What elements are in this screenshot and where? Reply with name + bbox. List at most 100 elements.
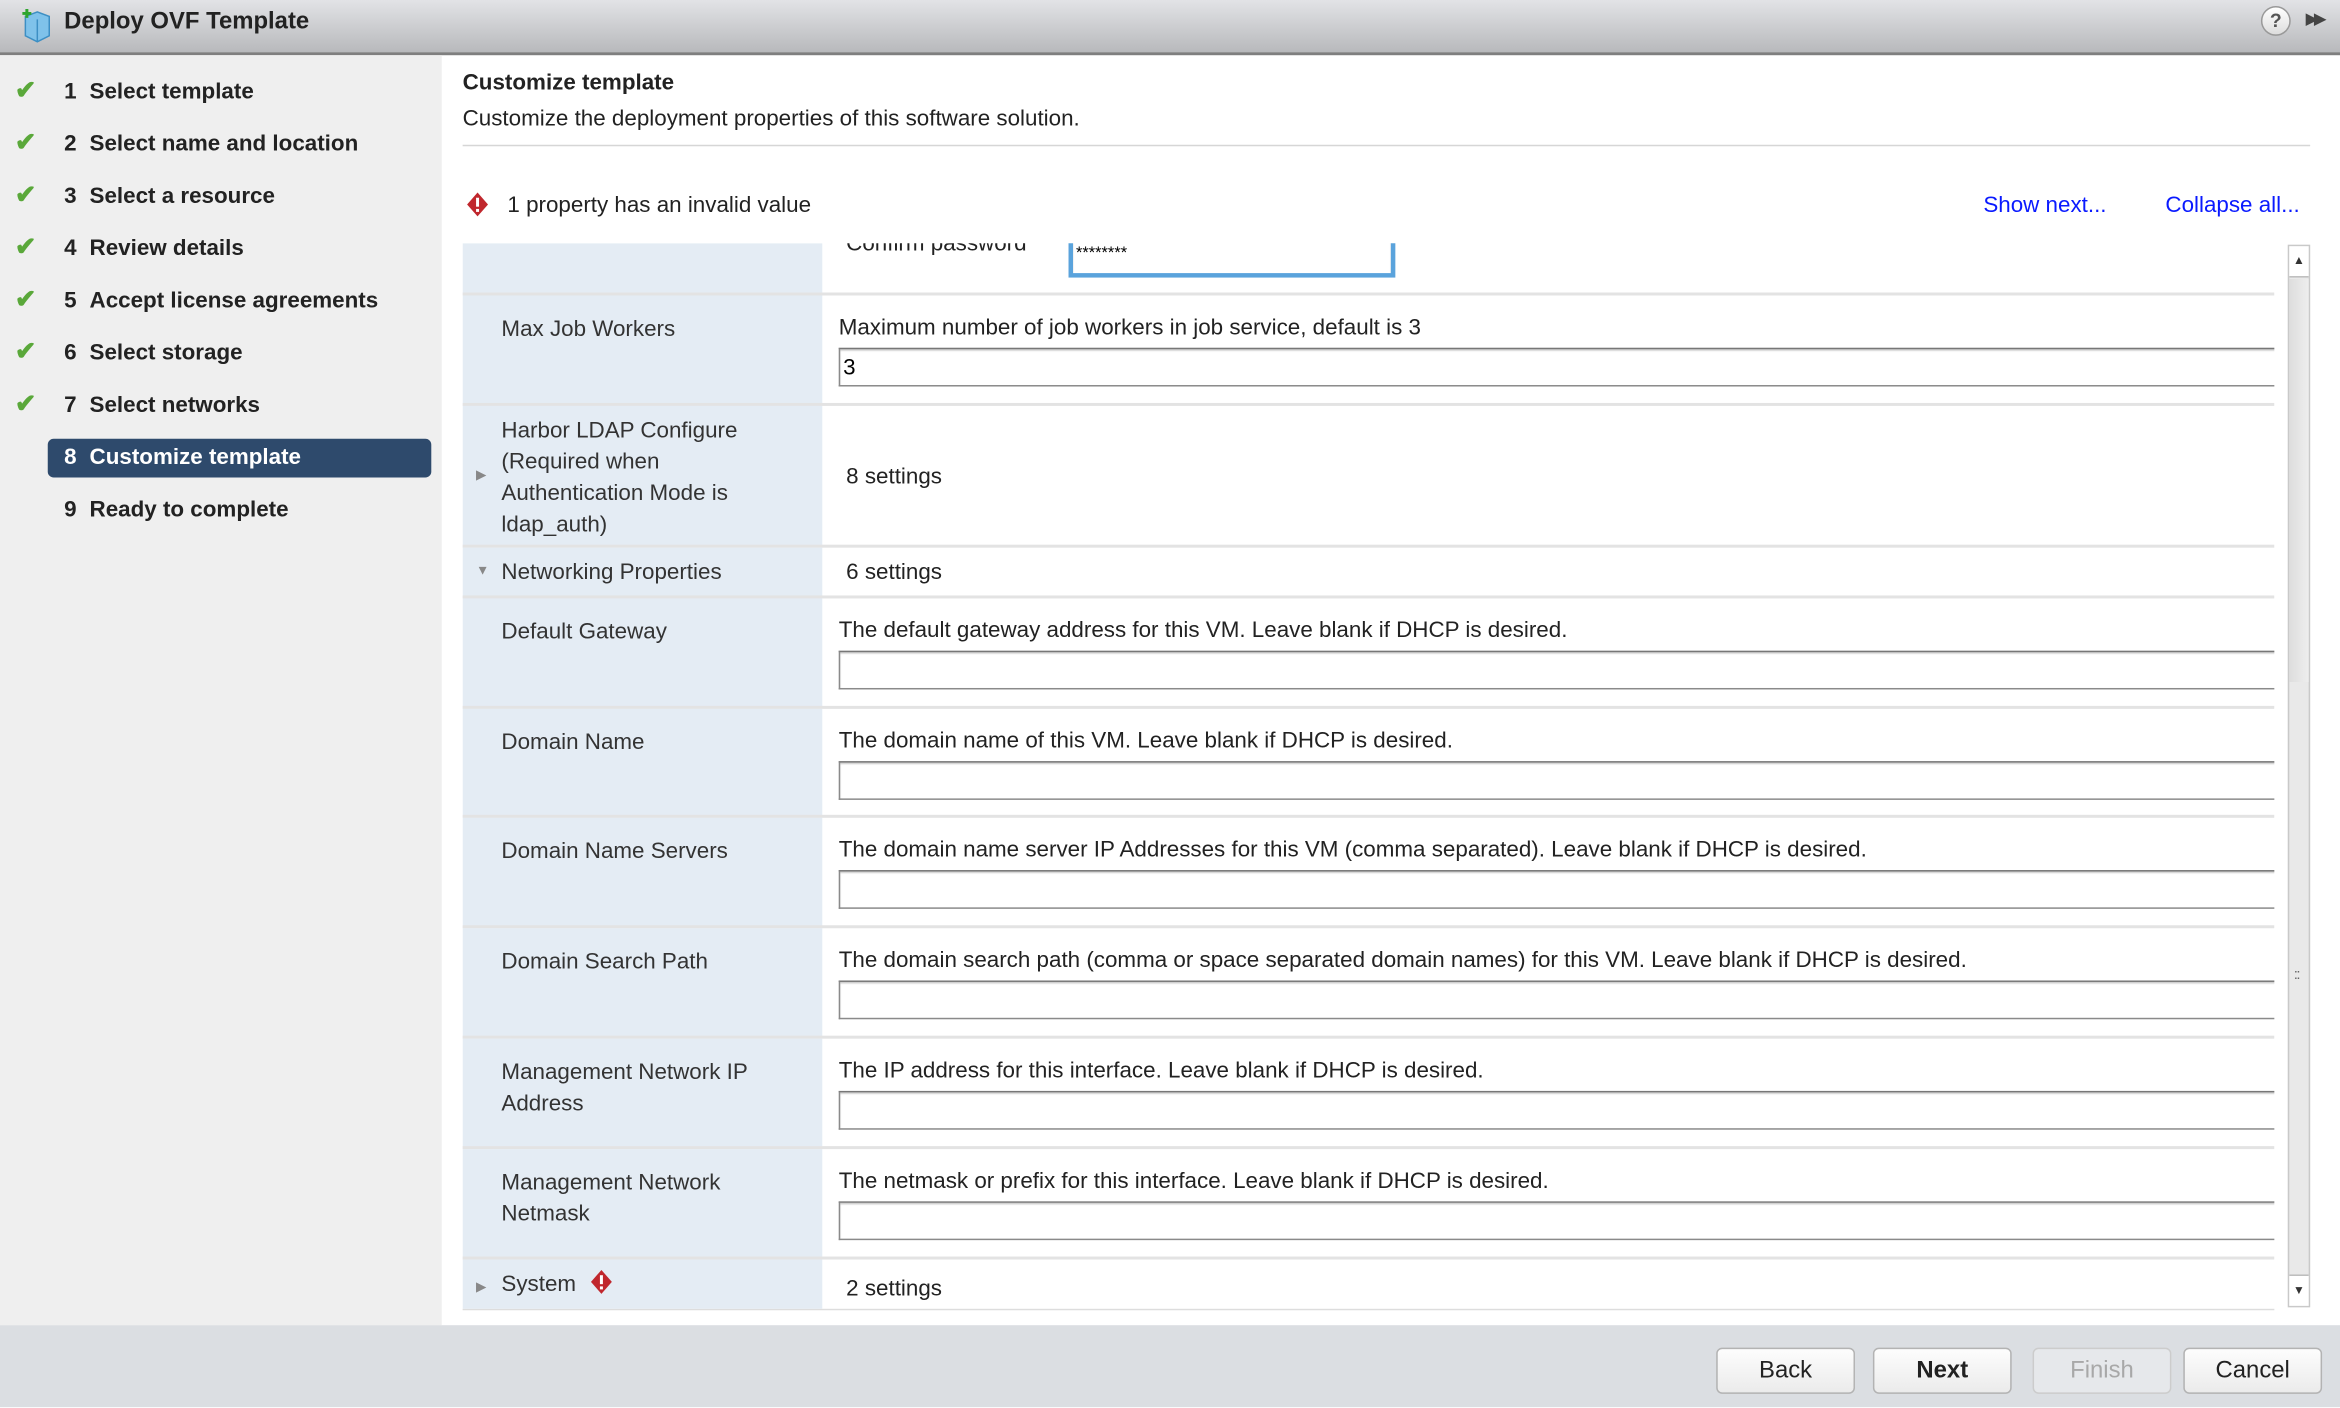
property-label: Domain Name Servers: [501, 838, 728, 865]
property-input[interactable]: [838, 347, 2275, 387]
step-number: 1: [64, 79, 77, 105]
expand-panel-icon[interactable]: ▶▶: [2306, 9, 2327, 28]
property-description: The domain name server IP Addresses for …: [838, 837, 1867, 863]
property-input[interactable]: [838, 1201, 2275, 1241]
next-button[interactable]: Next: [1872, 1347, 2012, 1394]
confirm-password-input[interactable]: [1068, 243, 1396, 278]
property-row: Confirm password: [462, 243, 2275, 296]
property-label: Management Network Netmask: [501, 1170, 721, 1227]
expand-triangle-icon[interactable]: ▶: [476, 1279, 486, 1295]
properties-grid: Confirm password Max Job Workers Maximum n…: [462, 243, 2275, 1311]
step-label: Select a resource: [89, 183, 275, 209]
checkmark-icon: ✔: [14, 76, 37, 105]
property-input[interactable]: [838, 650, 2275, 690]
divider: [462, 144, 2311, 147]
checkmark-icon: ✔: [14, 180, 37, 209]
label-cell: [462, 928, 823, 1039]
settings-count: 2 settings: [846, 1275, 942, 1302]
wizard-step-6[interactable]: ✔ 6 Select storage: [0, 334, 442, 373]
scroll-down-arrow-icon[interactable]: ▼: [2289, 1274, 2309, 1306]
scrollbar-thumb[interactable]: [2289, 279, 2309, 683]
property-label: Domain Name: [501, 729, 645, 756]
property-description: The domain search path (comma or space s…: [838, 947, 1967, 974]
property-label: Default Gateway: [501, 619, 667, 645]
group-name: System: [501, 1271, 577, 1297]
wizard-step-1[interactable]: ✔ 1 Select template: [0, 73, 442, 112]
validation-message: 1 property has an invalid value: [507, 192, 812, 218]
settings-count: 6 settings: [846, 559, 942, 586]
step-label: Customize template: [89, 444, 302, 471]
expand-triangle-icon[interactable]: ▶: [476, 466, 486, 482]
error-icon: [590, 1269, 612, 1294]
property-row: Default Gateway The default gateway addre…: [462, 595, 2275, 709]
wizard-step-7[interactable]: ✔ 7 Select networks: [0, 387, 442, 426]
step-number: 9: [64, 496, 77, 523]
property-description: The IP address for this interface. Leave…: [838, 1058, 1484, 1084]
property-label: Domain Search Path: [501, 949, 708, 975]
label-cell: [462, 295, 823, 406]
step-number: 3: [64, 183, 77, 209]
resize-grip-icon[interactable]: ::: [2294, 968, 2301, 983]
confirm-password-label: Confirm password: [846, 243, 1027, 257]
group-name: Networking Properties: [501, 559, 722, 586]
label-cell: [462, 708, 823, 818]
checkmark-icon: ✔: [14, 285, 37, 314]
group-name: Harbor LDAP Configure (Required when Aut…: [501, 417, 738, 538]
title-bar: Deploy OVF Template ? ▶▶: [0, 0, 2340, 56]
ovf-package-icon: [22, 8, 50, 43]
property-description: The netmask or prefix for this interface…: [838, 1168, 1549, 1194]
property-label: Management Network IP Address: [501, 1059, 748, 1117]
property-description: The default gateway address for this VM.…: [838, 617, 1568, 644]
label-cell: [462, 598, 823, 709]
wizard-steps-sidebar: ✔ 1 Select template ✔ 2 Select name and locat…: [0, 55, 442, 1326]
wizard-step-9[interactable]: 9 Ready to complete: [0, 491, 442, 530]
window-title: Deploy OVF Template: [64, 8, 310, 35]
step-number: 8: [64, 444, 77, 471]
wizard-step-8[interactable]: 8 Customize template: [0, 438, 442, 478]
help-icon[interactable]: ?: [2260, 5, 2291, 36]
finish-button: Finish: [2032, 1347, 2172, 1394]
wizard-step-4[interactable]: ✔ 4 Review details: [0, 230, 442, 269]
property-row: Harbor LDAP Configure (Required when Aut…: [462, 402, 2275, 548]
collapse-triangle-icon[interactable]: ▼: [476, 563, 489, 578]
property-label: Max Job Workers: [501, 316, 676, 342]
cancel-button[interactable]: Cancel: [2183, 1347, 2323, 1394]
page-subtitle: Customize the deployment properties of t…: [462, 105, 1080, 132]
property-description: Maximum number of job workers in job ser…: [838, 314, 1421, 341]
show-next-link[interactable]: Show next...: [1983, 193, 2106, 218]
group-label[interactable]: Harbor LDAP Configure (Required when Aut…: [501, 415, 799, 540]
step-label: Select name and location: [89, 131, 359, 157]
property-row: Max Job Workers Maximum number of job wor…: [462, 292, 2275, 406]
label-cell: [462, 817, 823, 929]
vertical-scrollbar[interactable]: ▲ ▼: [2287, 244, 2311, 1308]
group-label[interactable]: System: [501, 1268, 799, 1299]
label-cell: [462, 243, 823, 296]
step-label: Accept license agreements: [89, 288, 379, 314]
checkmark-icon: ✔: [14, 337, 37, 366]
checkmark-icon: ✔: [14, 232, 37, 262]
step-number: 4: [64, 235, 77, 262]
step-number: 7: [64, 392, 77, 418]
step-label: Review details: [89, 235, 244, 262]
property-input[interactable]: [838, 1090, 2275, 1130]
collapse-all-link[interactable]: Collapse all...: [2165, 193, 2299, 218]
wizard-step-2[interactable]: ✔ 2 Select name and location: [0, 125, 442, 164]
property-row: Domain Search Path The domain search path…: [462, 925, 2275, 1039]
step-number: 6: [64, 340, 77, 366]
page-title: Customize template: [462, 70, 675, 96]
property-row: Management Network IP Address The IP addr…: [462, 1035, 2275, 1150]
property-input[interactable]: [838, 980, 2275, 1020]
property-description: The domain name of this VM. Leave blank …: [838, 728, 1453, 754]
back-button[interactable]: Back: [1716, 1347, 1855, 1394]
group-label[interactable]: Networking Properties: [501, 557, 799, 588]
step-number: 2: [64, 131, 77, 157]
property-row: Domain Name The domain name of this VM. L…: [462, 705, 2275, 818]
wizard-step-3[interactable]: ✔ 3 Select a resource: [0, 178, 442, 217]
scroll-up-arrow-icon[interactable]: ▲: [2289, 246, 2309, 278]
wizard-step-5[interactable]: ✔ 5 Accept license agreements: [0, 282, 442, 321]
property-input[interactable]: [838, 870, 2275, 909]
settings-count: 8 settings: [846, 463, 942, 489]
property-row: Management Network Netmask The netmask or…: [462, 1146, 2275, 1260]
property-input[interactable]: [838, 761, 2275, 800]
step-number: 5: [64, 288, 77, 314]
